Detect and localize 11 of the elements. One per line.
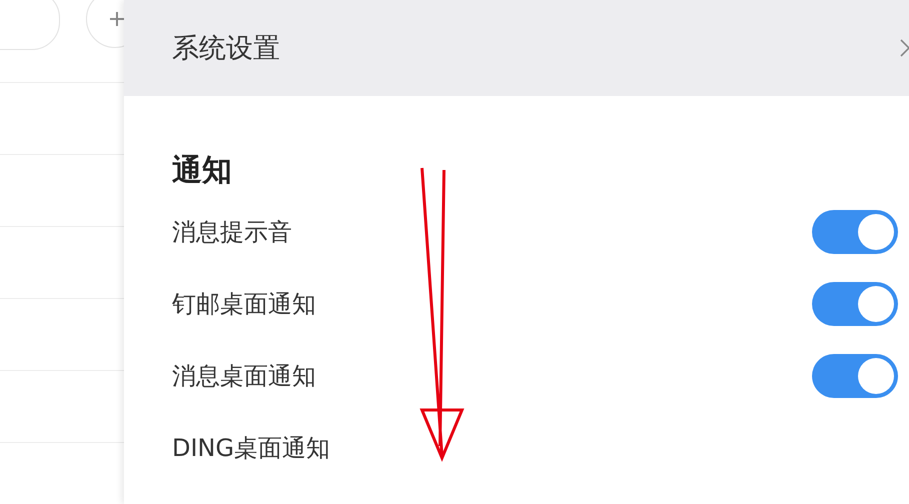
- toggle-switch[interactable]: [812, 210, 898, 254]
- dialog-title: 系统设置: [172, 32, 280, 66]
- section-title: 通知: [172, 152, 233, 190]
- setting-label: 钉邮桌面通知: [172, 289, 316, 320]
- plus-icon: [109, 11, 125, 27]
- close-icon[interactable]: [900, 39, 909, 57]
- setting-label: 消息桌面通知: [172, 361, 316, 392]
- setting-label: 消息提示音: [172, 217, 292, 248]
- toggle-switch[interactable]: [812, 354, 898, 398]
- setting-label: DING桌面通知: [172, 433, 330, 464]
- toggle-switch[interactable]: [812, 282, 898, 326]
